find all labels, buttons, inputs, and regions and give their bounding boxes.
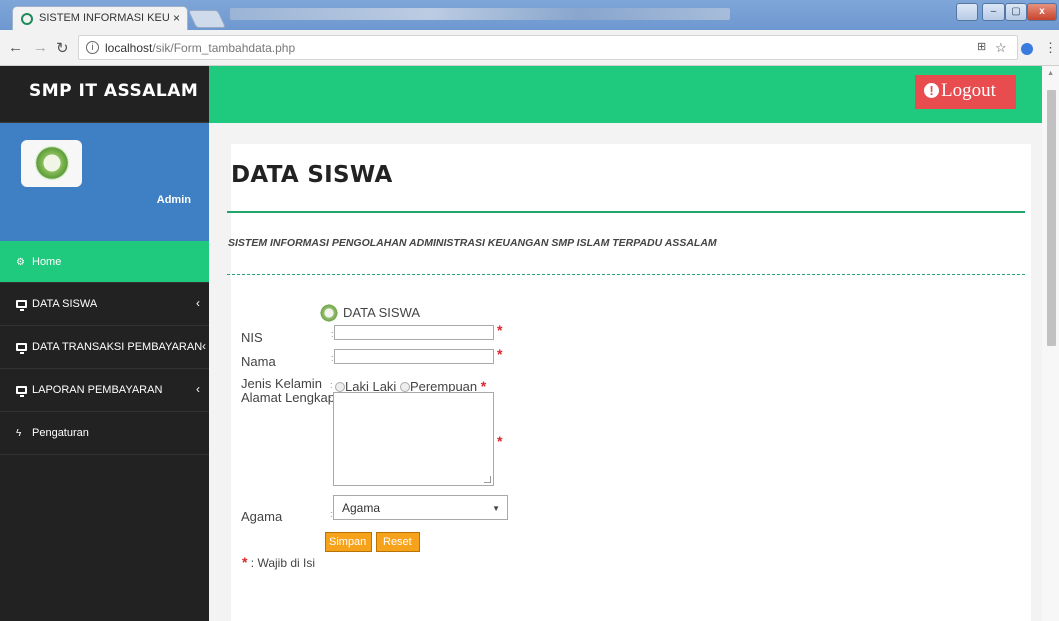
simpan-button[interactable]: Simpan xyxy=(325,532,372,552)
translate-icon[interactable]: ⊞ xyxy=(977,40,986,53)
required-mark: * xyxy=(497,322,503,338)
nis-label: NIS xyxy=(241,330,263,345)
sidebar-item-data-transaksi[interactable]: DATA TRANSAKSI PEMBAYARAN ‹ xyxy=(0,326,209,369)
back-arrow-icon[interactable]: ← xyxy=(8,39,23,56)
url-host: localhost xyxy=(105,41,153,55)
alert-icon: ! xyxy=(924,83,939,98)
scrollbar-thumb[interactable] xyxy=(1047,90,1056,346)
user-name: Admin xyxy=(156,194,191,206)
new-tab-button[interactable] xyxy=(187,10,227,28)
forward-arrow-icon[interactable]: → xyxy=(33,39,48,56)
bolt-icon: ϟ xyxy=(16,428,22,439)
chevron-left-icon: ‹ xyxy=(196,296,200,310)
bookmark-star-icon[interactable]: ☆ xyxy=(995,40,1007,56)
window-close-button[interactable]: x xyxy=(1027,3,1057,21)
sidebar-item-label: Home xyxy=(32,256,62,268)
sidebar-item-home[interactable]: ⚙ Home xyxy=(0,241,209,283)
reload-icon[interactable]: ↻ xyxy=(56,39,69,57)
url-path: /sik/Form_tambahdata.php xyxy=(152,41,296,55)
logout-button[interactable]: ! Logout xyxy=(915,75,1016,109)
window-minimize-button[interactable]: – xyxy=(982,3,1005,21)
colon: : xyxy=(329,394,332,404)
sidebar-menu: ⚙ Home DATA SISWA ‹ DATA TRANSAKSI PEMBAY… xyxy=(0,241,209,455)
scroll-up-icon[interactable]: ▲ xyxy=(1047,70,1054,77)
monitor-icon xyxy=(16,386,27,397)
page-title: DATA SISWA xyxy=(231,162,393,188)
dashboard-icon: ⚙ xyxy=(16,257,25,268)
required-mark: * xyxy=(242,554,248,570)
monitor-icon xyxy=(16,300,27,311)
tab-close-icon[interactable]: × xyxy=(173,11,180,25)
window-restore-icon[interactable] xyxy=(956,3,978,21)
sidebar-item-label: DATA SISWA xyxy=(32,298,98,310)
agama-select[interactable]: Agama ▼ xyxy=(333,495,508,520)
reset-button[interactable]: Reset xyxy=(376,532,420,552)
site-favicon-icon xyxy=(21,13,33,25)
jenis-kelamin-label: Jenis Kelamin xyxy=(241,376,322,391)
radio-laki-laki[interactable] xyxy=(335,382,345,392)
school-logo-icon xyxy=(35,146,69,180)
address-bar[interactable]: i localhost/sik/Form_tambahdata.php xyxy=(78,35,1018,60)
agama-selected-value: Agama xyxy=(342,501,381,515)
brand-title[interactable]: SMP IT ASSALAM xyxy=(0,66,209,123)
dropdown-arrow-icon: ▼ xyxy=(492,504,500,513)
nama-input[interactable] xyxy=(334,349,494,364)
tab-title: SISTEM INFORMASI KEU xyxy=(39,12,170,24)
content-panel: DATA SISWA SISTEM INFORMASI PENGOLAHAN A… xyxy=(227,144,1031,621)
title-divider xyxy=(227,211,1025,213)
agama-label: Agama xyxy=(241,509,283,524)
dashed-divider xyxy=(227,274,1025,275)
sidebar-item-label: DATA TRANSAKSI PEMBAYARAN xyxy=(32,341,203,353)
blurred-tab-strip xyxy=(230,8,730,20)
nis-input[interactable] xyxy=(334,325,494,340)
sidebar-item-laporan[interactable]: LAPORAN PEMBAYARAN ‹ xyxy=(0,369,209,412)
browser-tab[interactable]: SISTEM INFORMASI KEU × xyxy=(12,6,188,30)
sidebar: SMP IT ASSALAM Admin ⚙ Home DATA SISWA ‹ … xyxy=(0,66,209,621)
info-icon[interactable]: i xyxy=(86,41,99,54)
sidebar-item-data-siswa[interactable]: DATA SISWA ‹ xyxy=(0,283,209,326)
required-mark: * xyxy=(497,346,503,362)
top-header: ! Logout xyxy=(209,66,1059,123)
nama-label: Nama xyxy=(241,354,276,369)
colon: : xyxy=(330,380,333,390)
page-scrollbar[interactable]: ▲ xyxy=(1042,66,1059,621)
form-title: DATA SISWA xyxy=(343,305,421,320)
menu-dots-icon[interactable]: ⋮ xyxy=(1044,40,1057,56)
logout-label: Logout xyxy=(941,80,996,101)
required-note: * : Wajib di Isi xyxy=(242,554,315,570)
window-maximize-button[interactable]: ▢ xyxy=(1005,3,1027,21)
page-subtitle: SISTEM INFORMASI PENGOLAHAN ADMINISTRASI… xyxy=(228,237,717,249)
chevron-left-icon: ‹ xyxy=(196,382,200,396)
alamat-label: Alamat Lengkap xyxy=(241,390,335,405)
user-profile-panel: Admin xyxy=(0,123,209,241)
sidebar-item-label: Pengaturan xyxy=(32,427,89,439)
required-mark: * xyxy=(497,433,503,449)
alamat-textarea[interactable] xyxy=(333,392,494,486)
sidebar-item-label: LAPORAN PEMBAYARAN xyxy=(32,384,163,396)
extension-icon[interactable] xyxy=(1021,43,1033,55)
sidebar-item-pengaturan[interactable]: ϟ Pengaturan xyxy=(0,412,209,455)
radio-perempuan[interactable] xyxy=(399,382,410,392)
browser-toolbar: ← → ↻ i localhost/sik/Form_tambahdata.ph… xyxy=(0,30,1059,66)
avatar xyxy=(21,140,82,187)
monitor-icon xyxy=(16,343,27,354)
web-page: SMP IT ASSALAM Admin ⚙ Home DATA SISWA ‹ … xyxy=(0,66,1059,621)
form-logo-icon xyxy=(320,304,338,322)
required-note-text: : Wajib di Isi xyxy=(250,556,316,570)
chevron-left-icon: ‹ xyxy=(202,339,206,353)
browser-titlebar: SISTEM INFORMASI KEU × – ▢ x xyxy=(0,0,1059,30)
